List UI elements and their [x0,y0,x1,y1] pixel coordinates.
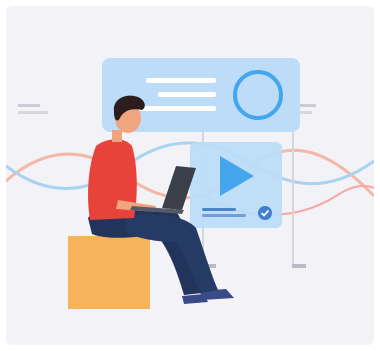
guide-dash-bottom-2 [292,264,306,268]
guide-line-vertical-2 [292,116,294,266]
workflow-illustration [6,58,374,309]
panel-text-line-2 [158,92,216,97]
panel-text-line-1 [146,78,216,83]
seat-box [68,236,150,309]
laptop-icon [130,166,196,214]
illustration-card [6,6,374,345]
video-caption-line-2 [202,214,246,217]
neck [112,130,122,142]
guide-dash-left-2 [18,111,48,114]
guide-dash-left-1 [18,104,40,107]
video-caption-line-1 [202,208,236,211]
check-icon [258,206,272,220]
